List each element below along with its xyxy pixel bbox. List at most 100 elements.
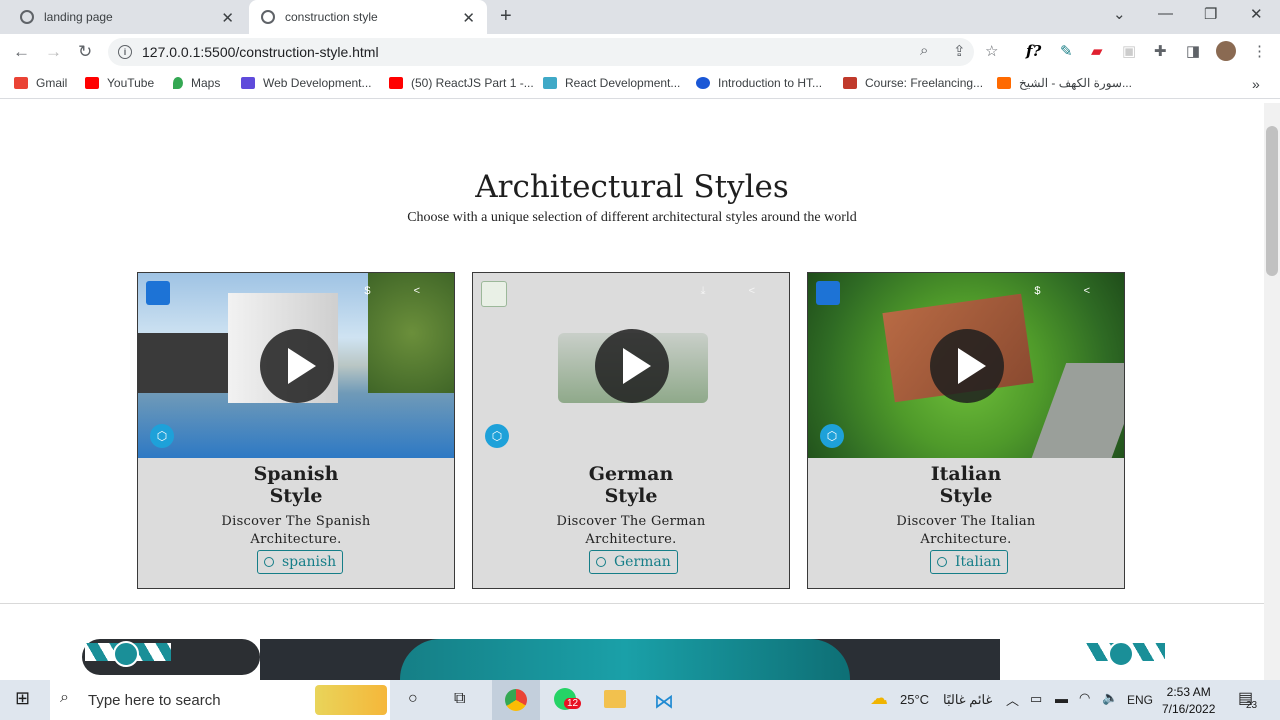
course-icon [843,77,857,89]
tab-landing-page[interactable]: landing page ✕ [0,0,246,34]
circle-icon [937,557,947,567]
meet-icon[interactable]: ▭ [1030,691,1042,707]
tab-construction-style[interactable]: construction style ✕ [249,0,487,34]
page-subtitle: Choose with a unique selection of differ… [407,210,857,225]
close-icon[interactable]: ✕ [221,9,234,27]
card-description: Discover The Spanish Architecture. [221,514,371,547]
bookmarks-bar: Gmail YouTube Maps Web Development... (5… [0,70,1280,99]
new-tab-button[interactable]: + [500,5,512,28]
side-panel-icon[interactable]: ◨ [1186,42,1200,60]
bookmark-youtube[interactable]: YouTube [85,76,154,90]
weather-icon: ☁ [870,688,888,708]
info-icon[interactable]: i [118,45,132,59]
extension-icon[interactable]: ▣ [1122,42,1136,60]
windows-start-icon[interactable]: ⊞ [15,688,30,709]
search-icon: ⌕ [60,689,69,706]
avatar[interactable] [1216,41,1236,61]
style-card-italian: $ < ⬡ Italian Style Discover The Italian A… [807,272,1125,589]
search-placeholder: Type here to search [88,692,221,709]
more-bookmarks-icon[interactable]: » [1252,76,1260,92]
cube-icon[interactable]: ⬡ [150,424,174,448]
page-content: Architectural Styles Choose with a uniqu… [0,103,1264,680]
close-icon[interactable]: ✕ [462,9,475,27]
bookmark-react-development[interactable]: React Development... [543,76,680,90]
close-window-button[interactable]: ✕ [1250,5,1263,23]
play-button[interactable] [595,329,669,403]
volume-icon[interactable]: 🔈 [1102,690,1118,706]
page-title: Architectural Styles [475,169,789,205]
bookmark-soundcloud[interactable]: سورة الكهف - الشيخ... [997,76,1132,90]
house-image [138,333,228,393]
play-button[interactable] [260,329,334,403]
play-button[interactable] [930,329,1004,403]
card-title: Italian Style [930,463,1002,507]
globe-icon [20,10,34,24]
share-icons[interactable]: ⤓ < [701,285,775,298]
weather-temp: 25°C [900,692,930,707]
video-embed-spanish[interactable]: $ < ⬡ [138,273,454,458]
forward-button[interactable]: → [45,42,62,62]
bookmark-gmail[interactable]: Gmail [14,76,67,90]
bookmark-course-freelancing[interactable]: Course: Freelancing... [843,76,983,90]
zoom-icon[interactable]: ⌕ [920,42,928,59]
bookmark-maps[interactable]: Maps [173,76,220,90]
italian-button[interactable]: Italian [930,550,1008,574]
tab-label: construction style [285,10,378,24]
language-indicator[interactable]: ENG [1127,693,1153,707]
share-icon[interactable]: ⇪ [953,42,966,60]
task-view-icon[interactable]: ⧉ [454,690,465,708]
battery-icon[interactable]: ▬ [1055,691,1068,706]
font-extension-icon[interactable]: f? [1026,42,1041,60]
file-explorer-icon[interactable] [604,690,626,708]
bookmark-web-development[interactable]: Web Development... [241,76,372,90]
coursera-icon [696,77,710,89]
scrollbar-thumb[interactable] [1266,126,1278,276]
udemy-icon [241,77,255,89]
cube-icon[interactable]: ⬡ [485,424,509,448]
share-icons[interactable]: $ < [1034,285,1110,297]
chevron-down-icon[interactable]: ⌄ [1113,5,1126,23]
chevron-up-icon[interactable]: ︿ [1006,690,1019,709]
menu-icon[interactable]: ⋮ [1252,42,1267,60]
tab-label: landing page [44,10,113,24]
search-highlight-image [315,685,387,715]
notification-count: 23 [1246,700,1258,711]
weather-text: غائم غالبًا [943,692,993,707]
udemy-icon [543,77,557,89]
url-text[interactable]: 127.0.0.1:5500/construction-style.html [142,44,379,60]
style-card-spanish: $ < ⬡ Spanish Style Discover The Spanish A… [137,272,455,589]
minimize-button[interactable]: — [1158,5,1173,22]
flash-extension-icon[interactable]: ▰ [1091,42,1103,60]
youtube-icon [85,77,99,89]
back-button[interactable]: ← [13,42,30,62]
bookmark-introduction[interactable]: Introduction to HT... [696,76,822,90]
windows-taskbar: ⊞ ⌕ Type here to search ○ ⧉ 12 ⋈ ☁ 25°C … [0,680,1280,720]
video-embed-italian[interactable]: $ < ⬡ [808,273,1124,458]
puzzle-icon[interactable]: ✚ [1154,42,1167,60]
spanish-button[interactable]: spanish [257,550,344,574]
bookmark-reactjs[interactable]: (50) ReactJS Part 1 -... [389,76,534,90]
eyedropper-extension-icon[interactable]: ✎ [1060,42,1073,60]
card-description: Discover The German Architecture. [556,514,706,547]
tab-bar: landing page ✕ construction style ✕ + ⌄ … [0,0,1280,34]
reload-button[interactable]: ↻ [78,42,92,62]
circle-icon [264,557,274,567]
soundcloud-icon [997,77,1011,89]
taskbar-search-box[interactable]: ⌕ Type here to search [50,680,390,720]
german-button[interactable]: German [589,550,678,574]
video-embed-german[interactable]: ⤓ < ⬡ [473,273,789,458]
gmail-icon [14,77,28,89]
home-design-logo-icon [481,281,507,307]
cortana-icon[interactable]: ○ [408,690,418,708]
shc-logo-icon [816,281,840,305]
share-icons[interactable]: $ < [364,285,440,297]
cube-icon[interactable]: ⬡ [820,424,844,448]
circle-icon [596,557,606,567]
vscode-icon[interactable]: ⋈ [654,689,674,714]
wifi-icon[interactable]: ◠ [1079,690,1090,706]
system-clock[interactable]: 2:53 AM 7/16/2022 [1162,684,1215,718]
bookmark-star-icon[interactable]: ☆ [985,42,998,60]
restore-button[interactable]: ❐ [1204,5,1217,23]
construction-banner-image [0,639,1264,680]
url-omnibox[interactable]: i 127.0.0.1:5500/construction-style.html… [108,38,998,66]
